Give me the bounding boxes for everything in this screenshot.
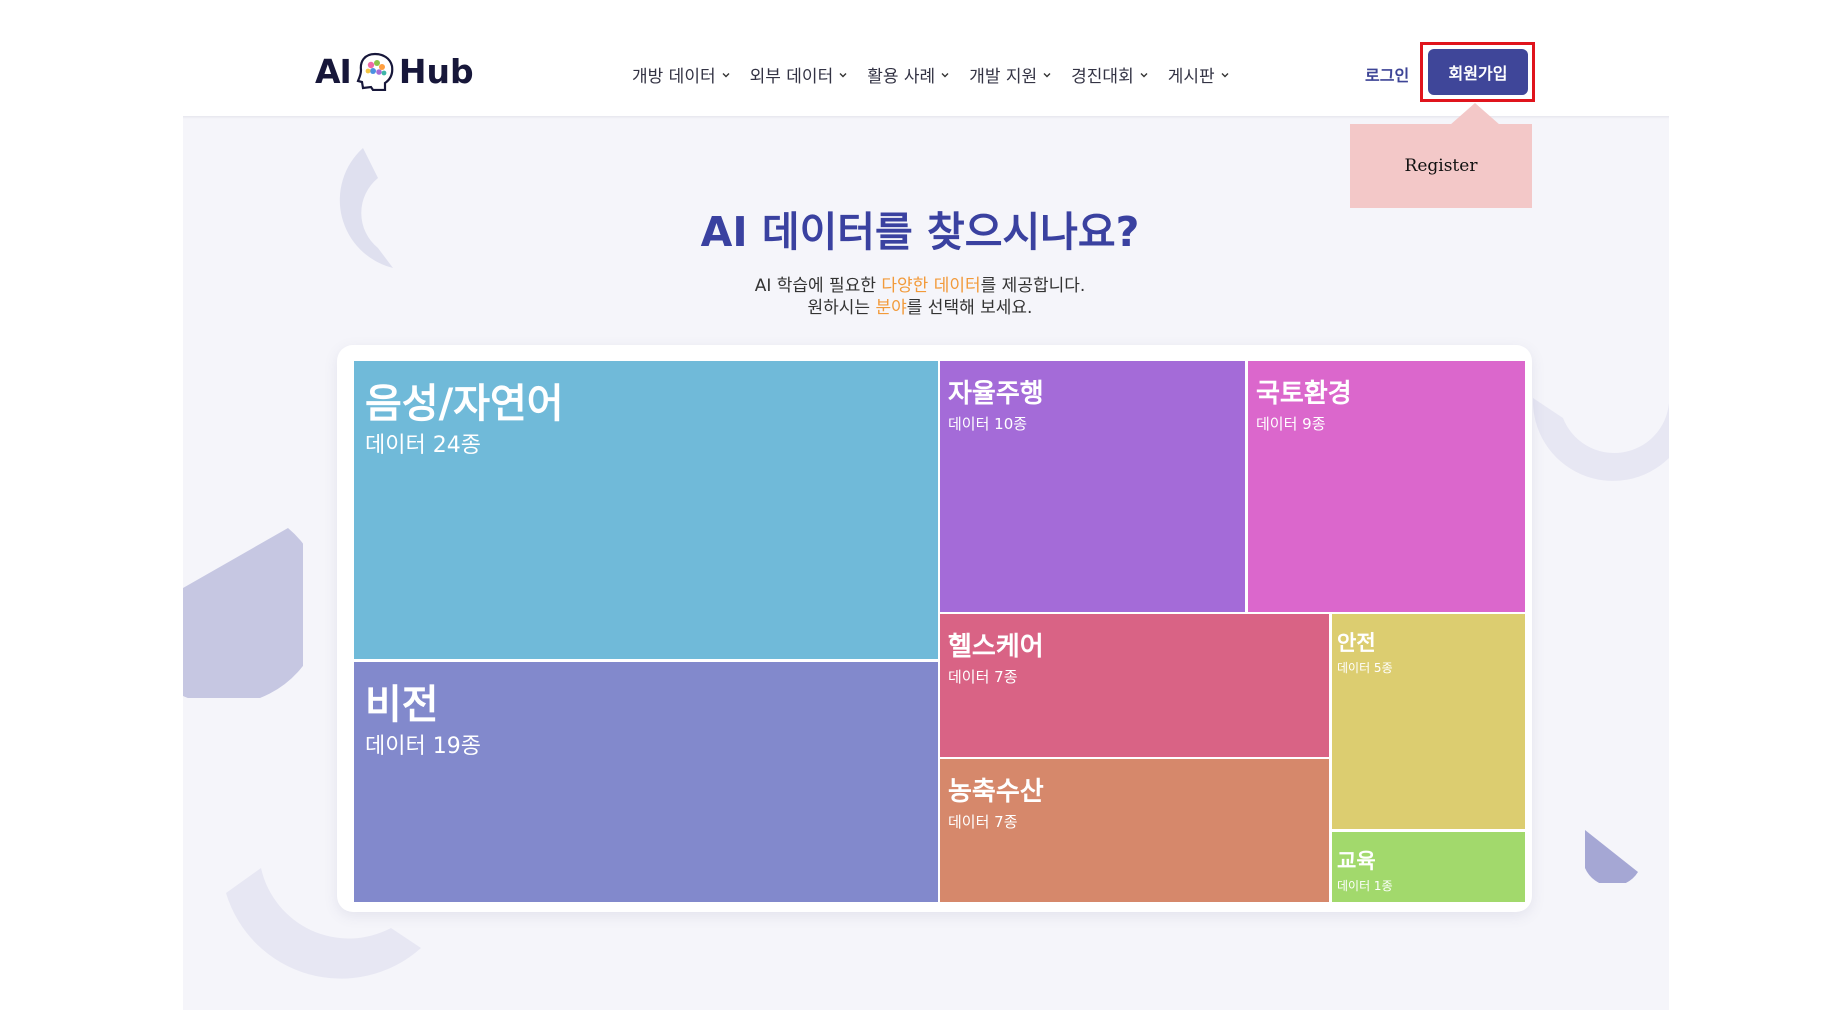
brain-head-icon (356, 52, 394, 91)
subtitle-text: 를 선택해 보세요. (906, 298, 1033, 318)
hero-title: AI 데이터를 찾으시나요? (700, 208, 1140, 256)
nav-item-board[interactable]: 게시판 (1168, 62, 1230, 87)
chevron-down-icon (1043, 72, 1051, 77)
decorative-half-disc-left (183, 528, 303, 698)
category-count: 데이터 5종 (1337, 661, 1393, 675)
category-count: 데이터 24종 (365, 433, 481, 458)
category-count: 데이터 7종 (948, 813, 1018, 831)
category-name: 자율주행 (948, 379, 1044, 409)
callout-pointer (1450, 103, 1500, 125)
nav-item-competitions[interactable]: 경진대회 (1071, 62, 1149, 87)
category-name: 국토환경 (1256, 379, 1352, 409)
nav-item-label: 개방 데이터 (632, 67, 716, 87)
category-tile-speech-nlp[interactable]: 음성/자연어 데이터 24종 (354, 361, 938, 659)
logo-text-ai: AI (315, 51, 352, 91)
category-tile-education[interactable]: 교육 데이터 1종 (1332, 832, 1525, 902)
chevron-down-icon (1140, 72, 1148, 77)
category-count: 데이터 9종 (1256, 415, 1326, 433)
site-logo[interactable]: AI Hub (315, 48, 474, 94)
category-name: 교육 (1337, 849, 1376, 873)
category-name: 비전 (365, 682, 439, 728)
main-nav: 개방 데이터 외부 데이터 활용 사례 개발 지원 경진대회 게시판 (632, 62, 1249, 87)
category-name: 음성/자연어 (365, 381, 564, 427)
category-count: 데이터 10종 (948, 415, 1028, 433)
hero-subtitle-line2: 원하시는 분야를 선택해 보세요. (0, 293, 1840, 318)
category-count: 데이터 1종 (1337, 879, 1393, 893)
annotation-callout: Register (1350, 124, 1532, 208)
decorative-arc-right (1533, 398, 1669, 481)
header-divider (183, 116, 1669, 119)
category-count: 데이터 19종 (365, 734, 481, 759)
chevron-down-icon (839, 72, 847, 77)
subtitle-highlight: 분야 (875, 298, 907, 318)
signup-button[interactable]: 회원가입 (1428, 49, 1528, 95)
nav-item-use-cases[interactable]: 활용 사례 (867, 62, 950, 87)
category-name: 안전 (1337, 631, 1376, 655)
site-header: AI Hub 개방 데이터 외부 데이터 활용 사례 개발 지원 경진대회 게시… (0, 0, 1840, 118)
category-tile-agriculture-fishery[interactable]: 농축수산 데이터 7종 (940, 759, 1329, 902)
category-tile-land-environment[interactable]: 국토환경 데이터 9종 (1248, 361, 1525, 612)
chevron-down-icon (1221, 72, 1229, 77)
category-name: 헬스케어 (948, 632, 1044, 662)
nav-item-dev-support[interactable]: 개발 지원 (969, 62, 1052, 87)
category-count: 데이터 7종 (948, 668, 1018, 686)
nav-item-open-data[interactable]: 개방 데이터 (632, 62, 731, 87)
login-link[interactable]: 로그인 (1365, 62, 1409, 86)
category-tile-vision[interactable]: 비전 데이터 19종 (354, 662, 938, 902)
nav-item-label: 게시판 (1167, 67, 1215, 87)
chevron-down-icon (722, 72, 730, 77)
category-tile-healthcare[interactable]: 헬스케어 데이터 7종 (940, 614, 1329, 757)
chevron-down-icon (941, 72, 949, 77)
nav-item-label: 경진대회 (1071, 67, 1134, 87)
category-tile-autonomous-driving[interactable]: 자율주행 데이터 10종 (940, 361, 1245, 612)
subtitle-text: 원하시는 (807, 298, 876, 318)
category-name: 농축수산 (948, 777, 1044, 807)
logo-text-hub: Hub (398, 51, 474, 91)
nav-item-label: 외부 데이터 (749, 67, 834, 87)
nav-item-label: 개발 지원 (969, 67, 1038, 87)
nav-item-label: 활용 사례 (867, 67, 936, 87)
decorative-quarter-right (1585, 830, 1638, 883)
category-tile-safety[interactable]: 안전 데이터 5종 (1332, 614, 1525, 829)
nav-item-external-data[interactable]: 외부 데이터 (750, 62, 849, 87)
